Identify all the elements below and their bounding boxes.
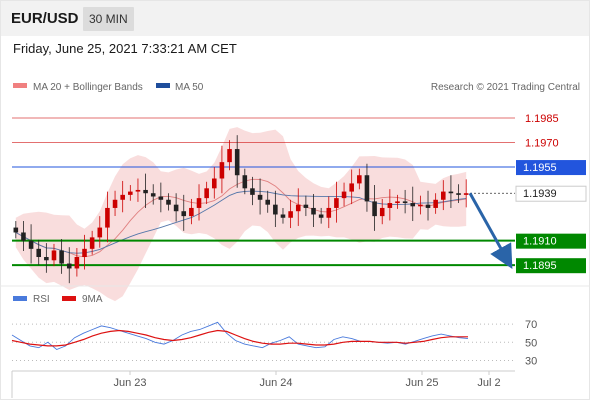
candle-body	[456, 193, 461, 195]
candle-body	[21, 232, 26, 241]
price-panel: 1.1985 1.1970 1.1955 1.1939 1.1910 1.1895	[12, 113, 587, 302]
candle-body	[143, 189, 148, 194]
ma50-legend-swatch	[156, 83, 170, 88]
candle-body	[112, 199, 118, 208]
ma20-legend-label: MA 20 + Bollinger Bands	[33, 82, 143, 93]
candle-body	[189, 207, 194, 217]
candle-body	[36, 248, 42, 258]
x-tick-label: Jun 25	[405, 377, 438, 389]
level-label-1-1910: 1.1910	[523, 236, 557, 248]
rsi-legend-swatch	[13, 296, 27, 301]
candle-body	[173, 204, 179, 212]
candle-body	[265, 199, 271, 205]
candle-body	[74, 257, 80, 269]
candle-body	[303, 204, 309, 208]
candle-body	[395, 201, 400, 204]
candle-body	[372, 201, 377, 217]
candle-body	[257, 194, 263, 200]
chart-canvas: MA 20 + Bollinger Bands MA 50 Research ©…	[0, 82, 590, 398]
level-label-1-1955: 1.1955	[523, 162, 557, 174]
candle-body	[250, 188, 255, 195]
candle-body	[219, 162, 225, 179]
candle-body	[82, 248, 87, 258]
candle-body	[463, 193, 469, 195]
candle-body	[166, 199, 171, 205]
candle-body	[44, 257, 49, 261]
candle-body	[341, 191, 347, 199]
rsi-panel: 70 50 30	[11, 319, 537, 367]
candle-body	[425, 204, 431, 208]
candle-body	[196, 198, 202, 208]
candle-body	[242, 175, 248, 189]
candle-body	[66, 263, 72, 269]
candle-body	[295, 204, 301, 212]
level-label-1-1985: 1.1985	[525, 113, 559, 125]
candle-body	[150, 193, 156, 197]
candle-body	[13, 227, 19, 233]
candle-body	[433, 199, 438, 208]
candle-body	[158, 196, 164, 200]
candle-body	[448, 191, 454, 194]
rsi-tick-50: 50	[525, 337, 537, 349]
rsi-legend-label: RSI	[33, 294, 50, 305]
candle-body	[51, 250, 57, 261]
ma20-legend-swatch	[13, 83, 27, 88]
rsi-ma-legend-label: 9MA	[82, 294, 103, 305]
level-label-1-1895: 1.1895	[523, 260, 557, 272]
x-tick-label: Jun 23	[113, 377, 146, 389]
candle-body	[334, 198, 339, 208]
candle-body	[440, 191, 446, 200]
candle-body	[89, 237, 95, 249]
candle-body	[181, 211, 187, 217]
rsi-ma-legend-swatch	[62, 296, 76, 301]
candle-body	[311, 207, 316, 215]
candle-body	[326, 207, 332, 218]
candle-body	[349, 183, 354, 192]
candle-body	[105, 207, 110, 228]
candle-body	[120, 194, 125, 200]
rsi-series-rsi	[11, 321, 469, 351]
candle-body	[379, 207, 385, 217]
rsi-tick-70: 70	[525, 319, 537, 331]
candle-body	[280, 214, 286, 218]
credit-label: Research © 2021 Trading Central	[431, 82, 580, 93]
candle-body	[204, 188, 209, 199]
candle-body	[387, 203, 393, 208]
ma50-legend-label: MA 50	[175, 82, 204, 93]
bollinger-band	[15, 127, 467, 302]
level-label-1-1939: 1.1939	[523, 188, 557, 200]
candle-body	[273, 204, 278, 215]
candle-body	[418, 204, 423, 207]
rsi-tick-30: 30	[525, 355, 537, 367]
candle-body	[357, 175, 362, 184]
level-label-1-1970: 1.1970	[525, 138, 559, 150]
candle-body	[227, 149, 232, 163]
candle-body	[97, 227, 103, 238]
candle-body	[402, 201, 408, 204]
candle-body	[59, 250, 64, 264]
candle-body	[28, 240, 34, 249]
candle-body	[288, 211, 293, 218]
candle-body	[318, 214, 324, 218]
rsi-series-9ma	[11, 329, 468, 347]
candle-body	[234, 149, 240, 176]
forecast-arrow	[468, 192, 513, 270]
candle-body	[364, 175, 370, 202]
candle-body	[135, 189, 141, 192]
candle-body	[410, 203, 416, 207]
candle-body	[128, 191, 133, 195]
candle-body	[211, 178, 217, 189]
x-axis: Jun 23 Jun 24 Jun 25 Jul 2	[113, 371, 501, 389]
x-tick-label: Jul 2	[477, 377, 500, 389]
x-tick-label: Jun 24	[259, 377, 292, 389]
